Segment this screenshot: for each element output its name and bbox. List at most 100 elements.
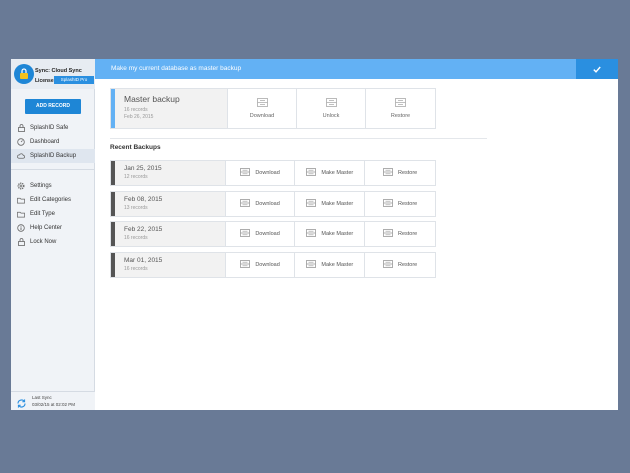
section-divider (110, 138, 487, 139)
sidebar-item-help-center[interactable]: Help Center (11, 221, 95, 235)
download-button[interactable]: Download (226, 253, 296, 277)
backup-info: Feb 22, 2015 16 records (114, 222, 226, 246)
make-master-button[interactable]: Make Master (295, 192, 366, 216)
sidebar-item-splashid-safe[interactable]: SplashID Safe (11, 121, 95, 135)
sidebar-item-edit-categories[interactable]: Edit Categories (11, 193, 95, 207)
backup-info: Jan 25, 2015 12 records (114, 161, 226, 185)
app-window: Sync: Cloud Sync License SplashID Pro AD… (11, 59, 618, 410)
sidebar-item-label: Lock Now (30, 239, 57, 245)
restore-button[interactable]: Restore (365, 192, 435, 216)
backup-row: Feb 22, 2015 16 records Download Make Ma… (110, 221, 436, 247)
restore-label: Restore (397, 201, 418, 207)
lock-icon (17, 238, 25, 246)
download-button[interactable]: Download (226, 222, 296, 246)
download-label: Download (255, 262, 280, 268)
sidebar-item-edit-type[interactable]: Edit Type (11, 207, 95, 221)
license-badge: SplashID Pro (54, 76, 94, 84)
license-label: License (35, 78, 54, 84)
master-date: Feb 26, 2015 (124, 114, 154, 120)
sync-status-title: Sync: Cloud Sync (35, 68, 82, 74)
cloud-icon (17, 152, 25, 160)
download-icon (240, 260, 255, 270)
download-button[interactable]: Download (226, 192, 296, 216)
master-records: 16 records (124, 107, 148, 113)
primary-nav: SplashID Safe Dashboard SplashID Backup (11, 121, 95, 163)
sidebar-divider (11, 169, 95, 170)
restore-button[interactable]: Restore (365, 222, 435, 246)
make-master-icon (306, 199, 321, 209)
restore-button[interactable]: Restore (365, 161, 435, 185)
last-sync-label: Last Sync (32, 395, 52, 400)
master-restore-button[interactable]: Restore (366, 89, 435, 128)
add-record-button[interactable]: ADD RECORD (25, 99, 81, 114)
master-unlock-label: Unlock (322, 113, 340, 119)
make-master-button[interactable]: Make Master (295, 253, 366, 277)
download-button[interactable]: Download (226, 161, 296, 185)
master-info: Master backup 16 records Feb 26, 2015 (115, 89, 228, 128)
make-master-button[interactable]: Make Master (295, 222, 366, 246)
backup-records: 16 records (123, 235, 148, 241)
gear-icon (17, 182, 25, 190)
dashboard-icon (17, 138, 25, 146)
master-backup-banner[interactable]: Make my current database as master backu… (95, 59, 576, 79)
make-master-label: Make Master (321, 201, 354, 207)
master-download-button[interactable]: Download (228, 89, 297, 128)
confirm-button[interactable] (576, 59, 618, 79)
sidebar-item-settings[interactable]: Settings (11, 179, 95, 193)
make-master-icon (306, 260, 321, 270)
master-unlock-button[interactable]: Unlock (297, 89, 366, 128)
make-master-icon (306, 168, 321, 178)
restore-icon (383, 260, 398, 270)
download-icon (256, 98, 268, 113)
backup-records: 13 records (123, 205, 148, 211)
sidebar-item-label: Dashboard (30, 139, 60, 145)
restore-icon (383, 168, 398, 178)
app-logo-icon (14, 64, 34, 84)
backup-row: Feb 08, 2015 13 records Download Make Ma… (110, 191, 436, 217)
sidebar-item-splashid-backup[interactable]: SplashID Backup (11, 149, 95, 163)
download-icon (240, 199, 255, 209)
sync-footer[interactable]: Last Sync 03/02/15 at 02:02 PM (11, 391, 95, 410)
backup-date: Feb 08, 2015 (123, 196, 163, 203)
restore-icon (383, 199, 398, 209)
unlock-icon (325, 98, 337, 113)
sidebar-item-label: SplashID Safe (30, 125, 69, 131)
make-master-button[interactable]: Make Master (295, 161, 366, 185)
sidebar-item-label: Edit Type (30, 211, 55, 217)
sidebar-item-label: SplashID Backup (30, 153, 77, 159)
backup-row: Mar 01, 2015 16 records Download Make Ma… (110, 252, 436, 278)
download-label: Download (255, 231, 280, 237)
secondary-nav: Settings Edit Categories Edit Type Help … (11, 179, 95, 249)
master-download-label: Download (249, 113, 275, 119)
sidebar-item-lock-now[interactable]: Lock Now (11, 235, 95, 249)
backup-info: Mar 01, 2015 16 records (114, 253, 226, 277)
info-icon (17, 224, 25, 232)
download-label: Download (255, 170, 280, 176)
restore-icon (383, 229, 398, 239)
sidebar-header: Sync: Cloud Sync License SplashID Pro (11, 59, 95, 89)
master-title: Master backup (124, 94, 180, 104)
backup-records: 16 records (123, 266, 148, 272)
make-master-icon (306, 229, 321, 239)
sync-icon (16, 396, 27, 410)
restore-label: Restore (397, 170, 418, 176)
backup-row: Jan 25, 2015 12 records Download Make Ma… (110, 160, 436, 186)
sidebar-item-dashboard[interactable]: Dashboard (11, 135, 95, 149)
master-restore-label: Restore (390, 113, 411, 119)
make-master-label: Make Master (321, 170, 354, 176)
restore-label: Restore (397, 231, 418, 237)
folder-icon (17, 196, 25, 204)
sidebar-item-label: Settings (30, 183, 52, 189)
make-master-label: Make Master (321, 231, 354, 237)
recent-backups-title: Recent Backups (110, 144, 161, 151)
sidebar-item-label: Edit Categories (30, 197, 72, 203)
sidebar-item-label: Help Center (30, 225, 63, 231)
restore-icon (395, 98, 406, 113)
restore-button[interactable]: Restore (365, 253, 435, 277)
download-icon (240, 229, 255, 239)
master-backup-card: Master backup 16 records Feb 26, 2015 Do… (110, 88, 436, 129)
backup-records: 12 records (123, 174, 148, 180)
backup-date: Jan 25, 2015 (123, 165, 162, 172)
backup-info: Feb 08, 2015 13 records (114, 192, 226, 216)
folder-icon (17, 210, 25, 218)
